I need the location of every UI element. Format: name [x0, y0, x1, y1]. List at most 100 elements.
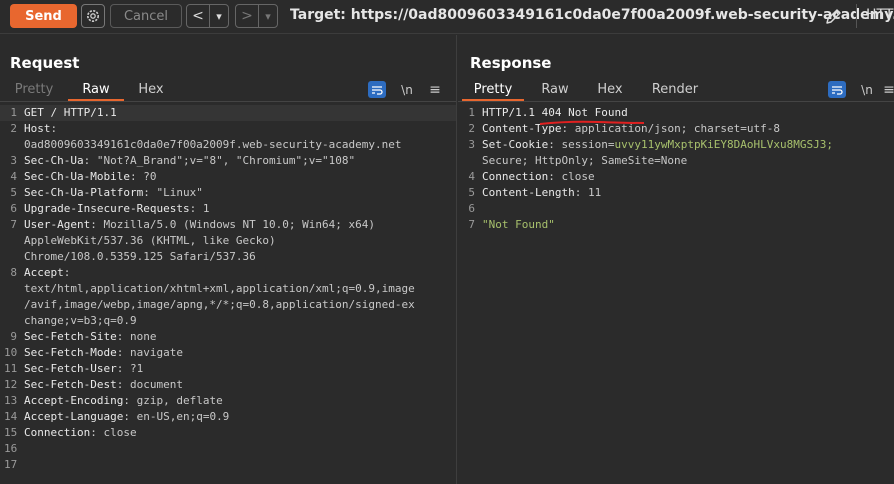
tab-divider — [0, 101, 456, 102]
response-segment: : session= — [548, 138, 615, 151]
request-line: 1 GET / HTTP/1.1 — [0, 105, 456, 121]
response-pretty-print-icon[interactable] — [828, 81, 846, 98]
response-segment: Connection — [482, 170, 549, 183]
edit-target-pencil-icon[interactable] — [824, 6, 844, 26]
header-separator: : — [123, 410, 137, 423]
header-value: "Linux" — [156, 186, 203, 199]
header-separator: : — [83, 154, 97, 167]
response-line: 3 Set-Cookie: session=uvvy11ywMxptpKiEY8D… — [458, 137, 894, 153]
response-line: Secure; HttpOnly; SameSite=None — [458, 153, 894, 169]
back-nav-group: < ▾ — [186, 4, 229, 28]
request-title: Request — [10, 54, 80, 72]
request-line: 3 Sec-Ch-Ua: "Not?A_Brand";v="8", "Chromi… — [0, 153, 456, 169]
header-value: change;v=b3;q=0.9 — [24, 314, 137, 327]
response-menu-icon[interactable]: ≡ — [883, 81, 894, 98]
header-value: text/html,application/xhtml+xml,applicat… — [24, 282, 415, 295]
header-name: GET / HTTP/1.1 — [24, 106, 117, 119]
response-segment: Set-Cookie — [482, 138, 549, 151]
line-number: 3 — [468, 138, 475, 151]
request-line: 8 Accept: — [0, 265, 456, 281]
line-content: Sec-Fetch-User: ?1 — [24, 361, 143, 377]
response-line: 6 — [458, 201, 894, 217]
response-editor[interactable]: 1 HTTP/1.1 404 Not Found 2 Content-Type: ap… — [458, 105, 894, 233]
line-content: Connection: close — [482, 169, 595, 185]
response-value-green: uvvy11ywMxptpKiEY8DAoHLVxu8MGSJ3; — [614, 138, 834, 151]
header-name: Sec-Fetch-Site — [24, 330, 117, 343]
tab-response-raw[interactable]: Raw — [530, 79, 580, 101]
header-value: "Not?A_Brand";v="8", "Chromium";v="108" — [96, 154, 356, 167]
red-underline-annotation — [539, 120, 645, 125]
back-history-dropdown[interactable]: ▾ — [209, 5, 228, 27]
header-separator: : — [129, 170, 144, 183]
request-line: 16 — [0, 441, 456, 457]
header-name: Host — [24, 122, 51, 135]
line-content: 0ad8009603349161c0da0e7f00a2009f.web-sec… — [24, 137, 402, 153]
header-separator: : — [90, 218, 104, 231]
line-content: "Not Found" — [482, 217, 555, 233]
request-line: 17 — [0, 457, 456, 473]
line-content: Host: — [24, 121, 57, 137]
line-number: 8 — [10, 266, 17, 279]
line-content: /avif,image/webp,image/apng,*/*;q=0.8,ap… — [24, 297, 415, 313]
forward-button[interactable]: > — [236, 5, 258, 27]
request-menu-icon[interactable]: ≡ — [426, 81, 444, 98]
line-content: Content-Length: 11 — [482, 185, 601, 201]
request-line: 13 Accept-Encoding: gzip, deflate — [0, 393, 456, 409]
header-value: AppleWebKit/537.36 (KHTML, like Gecko) — [24, 234, 276, 247]
response-line: 1 HTTP/1.1 404 Not Found — [458, 105, 894, 121]
line-content: User-Agent: Mozilla/5.0 (Windows NT 10.0… — [24, 217, 375, 233]
http-settings-label[interactable]: HTT — [866, 7, 893, 23]
tab-response-hex[interactable]: Hex — [588, 79, 632, 101]
request-editor[interactable]: 1 GET / HTTP/1.1 2 Host: 0ad8009603349161c0d… — [0, 105, 456, 473]
request-newline-toggle-icon[interactable]: \n — [398, 81, 416, 98]
header-value: 1 — [202, 202, 210, 215]
line-number: 2 — [468, 122, 475, 135]
request-line: 14 Accept-Language: en-US,en;q=0.9 — [0, 409, 456, 425]
header-name: Connection — [24, 426, 91, 439]
request-line: /avif,image/webp,image/apng,*/*;q=0.8,ap… — [0, 297, 456, 313]
back-button[interactable]: < — [187, 5, 209, 27]
request-pretty-print-icon[interactable] — [368, 81, 386, 98]
header-separator: : — [143, 186, 157, 199]
request-line: text/html,application/xhtml+xml,applicat… — [0, 281, 456, 297]
header-name: Accept-Language — [24, 410, 124, 423]
response-segment: Content-Length — [482, 186, 575, 199]
request-line: 4 Sec-Ch-Ua-Mobile: ?0 — [0, 169, 456, 185]
header-value: ?0 — [143, 170, 157, 183]
tab-request-raw[interactable]: Raw — [68, 79, 124, 101]
tab-response-render[interactable]: Render — [642, 79, 708, 101]
cancel-button[interactable]: Cancel — [110, 4, 182, 28]
forward-history-dropdown[interactable]: ▾ — [258, 5, 277, 27]
header-value: document — [129, 378, 183, 391]
line-content: Connection: close — [24, 425, 137, 441]
line-content: Sec-Ch-Ua: "Not?A_Brand";v="8", "Chromiu… — [24, 153, 355, 169]
header-name: Sec-Fetch-User — [24, 362, 117, 375]
line-number: 7 — [10, 218, 17, 231]
header-value: ?1 — [129, 362, 144, 375]
send-button[interactable]: Send — [10, 4, 77, 28]
header-separator: : — [50, 122, 58, 135]
tab-response-pretty[interactable]: Pretty — [462, 79, 524, 101]
request-line: 15 Connection: close — [0, 425, 456, 441]
target-url: Target: https://0ad8009603349161c0da0e7f… — [290, 7, 894, 23]
request-line: 6 Upgrade-Insecure-Requests: 1 — [0, 201, 456, 217]
header-value: 0ad8009603349161c0da0e7f00a2009f.web-sec… — [24, 138, 402, 151]
settings-gear-icon[interactable] — [81, 4, 105, 28]
line-content: Sec-Fetch-Mode: navigate — [24, 345, 183, 361]
line-number: 6 — [468, 202, 475, 215]
request-line: 0ad8009603349161c0da0e7f00a2009f.web-sec… — [0, 137, 456, 153]
response-newline-toggle-icon[interactable]: \n — [858, 81, 876, 98]
line-number: 5 — [10, 186, 17, 199]
response-value-green: "Not Found" — [482, 218, 555, 231]
tab-request-pretty[interactable]: Pretty — [6, 79, 62, 101]
line-number: 1 — [10, 106, 17, 119]
request-line: 5 Sec-Ch-Ua-Platform: "Linux" — [0, 185, 456, 201]
header-value: close — [103, 426, 137, 439]
header-value: none — [129, 330, 157, 343]
response-segment: Secure; HttpOnly; SameSite=None — [482, 154, 688, 167]
tab-request-hex[interactable]: Hex — [128, 79, 174, 101]
line-content: Accept-Encoding: gzip, deflate — [24, 393, 223, 409]
request-line: 12 Sec-Fetch-Dest: document — [0, 377, 456, 393]
line-number: 7 — [468, 218, 475, 231]
header-separator: : — [116, 346, 130, 359]
